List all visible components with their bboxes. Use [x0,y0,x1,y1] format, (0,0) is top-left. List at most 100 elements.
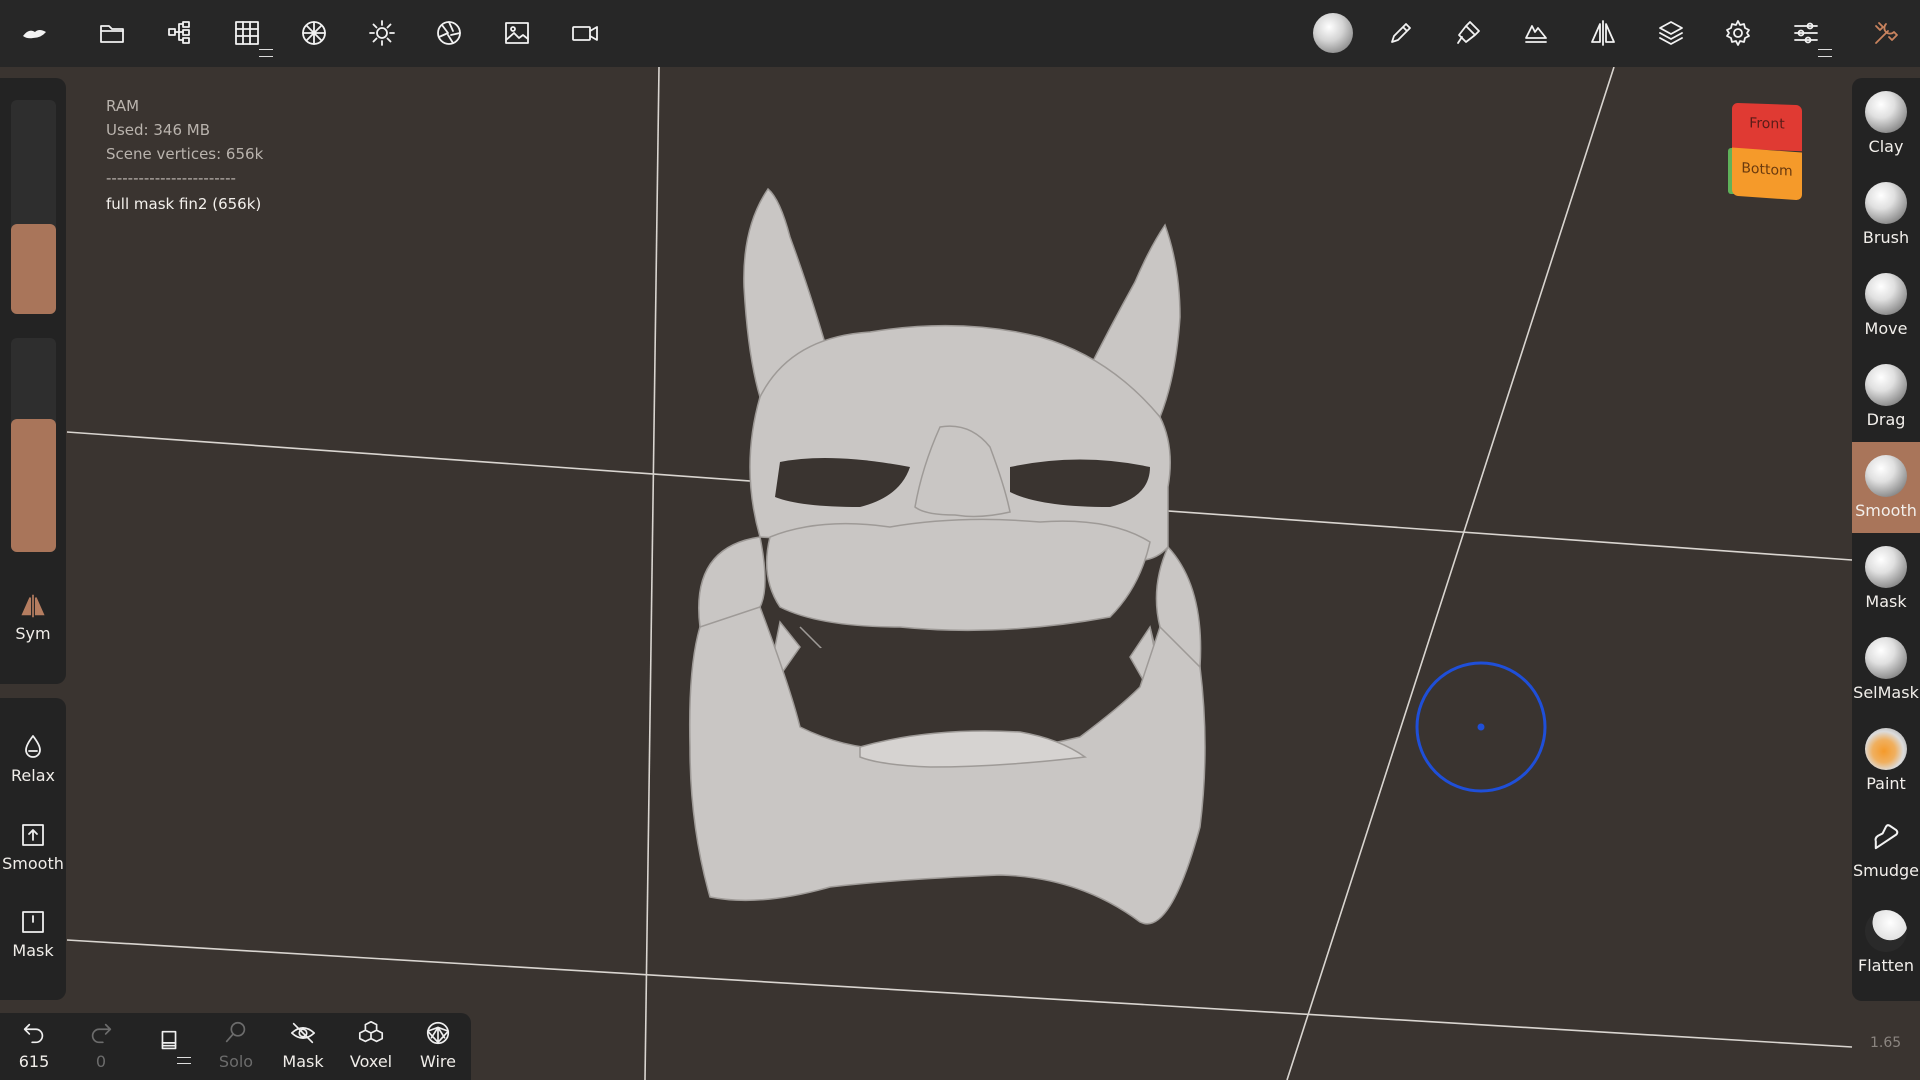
voxel-button[interactable]: Voxel [339,1019,403,1071]
tool-paint[interactable]: Paint [1852,715,1920,806]
redo-button[interactable]: 0 [69,1019,133,1071]
relax-button[interactable]: Relax [0,732,66,785]
tool-move-label: Move [1864,319,1908,338]
zoom-readout: 1.65 [1870,1035,1902,1051]
tool-flatten[interactable]: Flatten [1852,897,1920,988]
paint-brush-icon [1865,728,1907,770]
bottom-toolbar: 615 0 Solo Mask Voxel Wire [0,1013,471,1080]
paint-tool-icon[interactable] [1448,13,1488,53]
redo-count: 0 [95,1052,107,1071]
smooth-button[interactable]: Smooth [0,820,66,873]
left-slider-panel: Sym [0,78,66,684]
relax-label: Relax [11,766,55,785]
eye-slash-icon [290,1022,316,1044]
texture-icon[interactable] [1516,13,1556,53]
brush-tools-panel: Clay Brush Move Drag Smooth Mask SelMask… [1852,78,1920,1001]
solo-label: Solo [218,1052,254,1071]
symmetry-icon [21,594,45,618]
tools-icon[interactable] [1866,13,1906,53]
intensity-slider-fill [11,419,56,552]
view-cube[interactable]: Front Bottom [1728,102,1804,201]
view-cube-bottom[interactable]: Bottom [1732,147,1802,201]
tool-move[interactable]: Move [1852,260,1920,351]
undo-count: 615 [18,1052,50,1071]
smooth-label: Smooth [2,854,64,873]
scene-canvas [66,67,1853,1080]
object-name[interactable]: full mask fin2 (656k) [106,192,263,216]
tool-paint-label: Paint [1866,774,1906,793]
undo-button[interactable]: 615 [2,1019,66,1071]
ram-used: Used: 346 MB [106,121,210,139]
tool-clay[interactable]: Clay [1852,78,1920,169]
move-brush-icon [1865,273,1907,315]
topology-icon[interactable] [294,13,334,53]
tool-brush-label: Brush [1862,228,1910,247]
background-image-icon[interactable] [497,13,537,53]
voxel-icon [358,1020,384,1043]
voxel-label: Voxel [349,1052,393,1071]
left-action-panel: Relax Smooth Mask [0,698,66,1000]
sliders-icon[interactable] [1786,13,1832,57]
mask-brush-icon [1865,546,1907,588]
smudge-hand-icon [1874,824,1899,850]
tool-selmask-label: SelMask [1853,683,1919,702]
tool-brush[interactable]: Brush [1852,169,1920,260]
mask-label: Mask [12,941,54,960]
scene-tree-icon[interactable] [160,13,200,53]
selmask-brush-icon [1865,637,1907,679]
smooth-brush-icon [1865,455,1907,497]
tool-smudge[interactable]: Smudge [1852,806,1920,897]
info-separator: ------------------------ [106,169,236,187]
submenu-indicator-icon [1818,49,1832,57]
tool-clay-label: Clay [1868,137,1904,156]
tool-smudge-label: Smudge [1852,861,1920,880]
brush-preview-icon[interactable] [1313,13,1353,53]
mask-sculpt [688,187,1206,925]
document-icon [161,1030,177,1050]
tool-flatten-label: Flatten [1858,956,1914,975]
sym-label: Sym [15,624,51,643]
app-logo-icon[interactable] [14,13,54,53]
clay-brush-icon [1865,91,1907,133]
tool-mask-label: Mask [1865,592,1907,611]
history-button[interactable] [137,1027,201,1064]
tool-smooth[interactable]: Smooth [1852,442,1920,533]
tool-selmask[interactable]: SelMask [1852,624,1920,715]
wire-button[interactable]: Wire [406,1019,470,1071]
sym-button[interactable]: Sym [0,592,66,643]
wireframe-icon [426,1021,450,1045]
material-icon[interactable] [429,13,469,53]
drop-icon [25,735,41,758]
camera-icon[interactable] [565,13,605,53]
radius-slider[interactable] [11,100,56,314]
scene-info: RAM Used: 346 MB Scene vertices: 656k --… [106,94,263,216]
mask-square-icon [22,911,44,933]
tool-drag-label: Drag [1866,410,1906,429]
3d-viewport[interactable] [0,67,1920,1080]
search-icon [225,1021,246,1043]
intensity-slider[interactable] [11,338,56,552]
solo-button[interactable]: Solo [204,1019,268,1071]
light-icon[interactable] [362,13,402,53]
view-cube-front[interactable]: Front [1732,102,1802,152]
mask-visibility-label: Mask [282,1052,324,1071]
grid-icon[interactable] [227,13,273,57]
drag-brush-icon [1865,364,1907,406]
tool-smooth-label: Smooth [1855,501,1917,520]
tool-drag[interactable]: Drag [1852,351,1920,442]
symmetry-icon[interactable] [1583,13,1623,53]
settings-icon[interactable] [1718,13,1758,53]
tool-mask[interactable]: Mask [1852,533,1920,624]
folder-icon[interactable] [92,13,132,53]
stroke-icon[interactable] [1381,13,1421,53]
layers-icon[interactable] [1651,13,1691,53]
mask-visibility-button[interactable]: Mask [271,1019,335,1071]
upload-square-icon [22,824,44,846]
radius-slider-fill [11,224,56,314]
undo-icon [23,1023,44,1044]
redo-icon [91,1023,112,1044]
ram-label: RAM [106,97,140,115]
flatten-brush-icon [1865,910,1907,952]
mask-button[interactable]: Mask [0,907,66,960]
scene-vertices: Scene vertices: 656k [106,145,264,163]
